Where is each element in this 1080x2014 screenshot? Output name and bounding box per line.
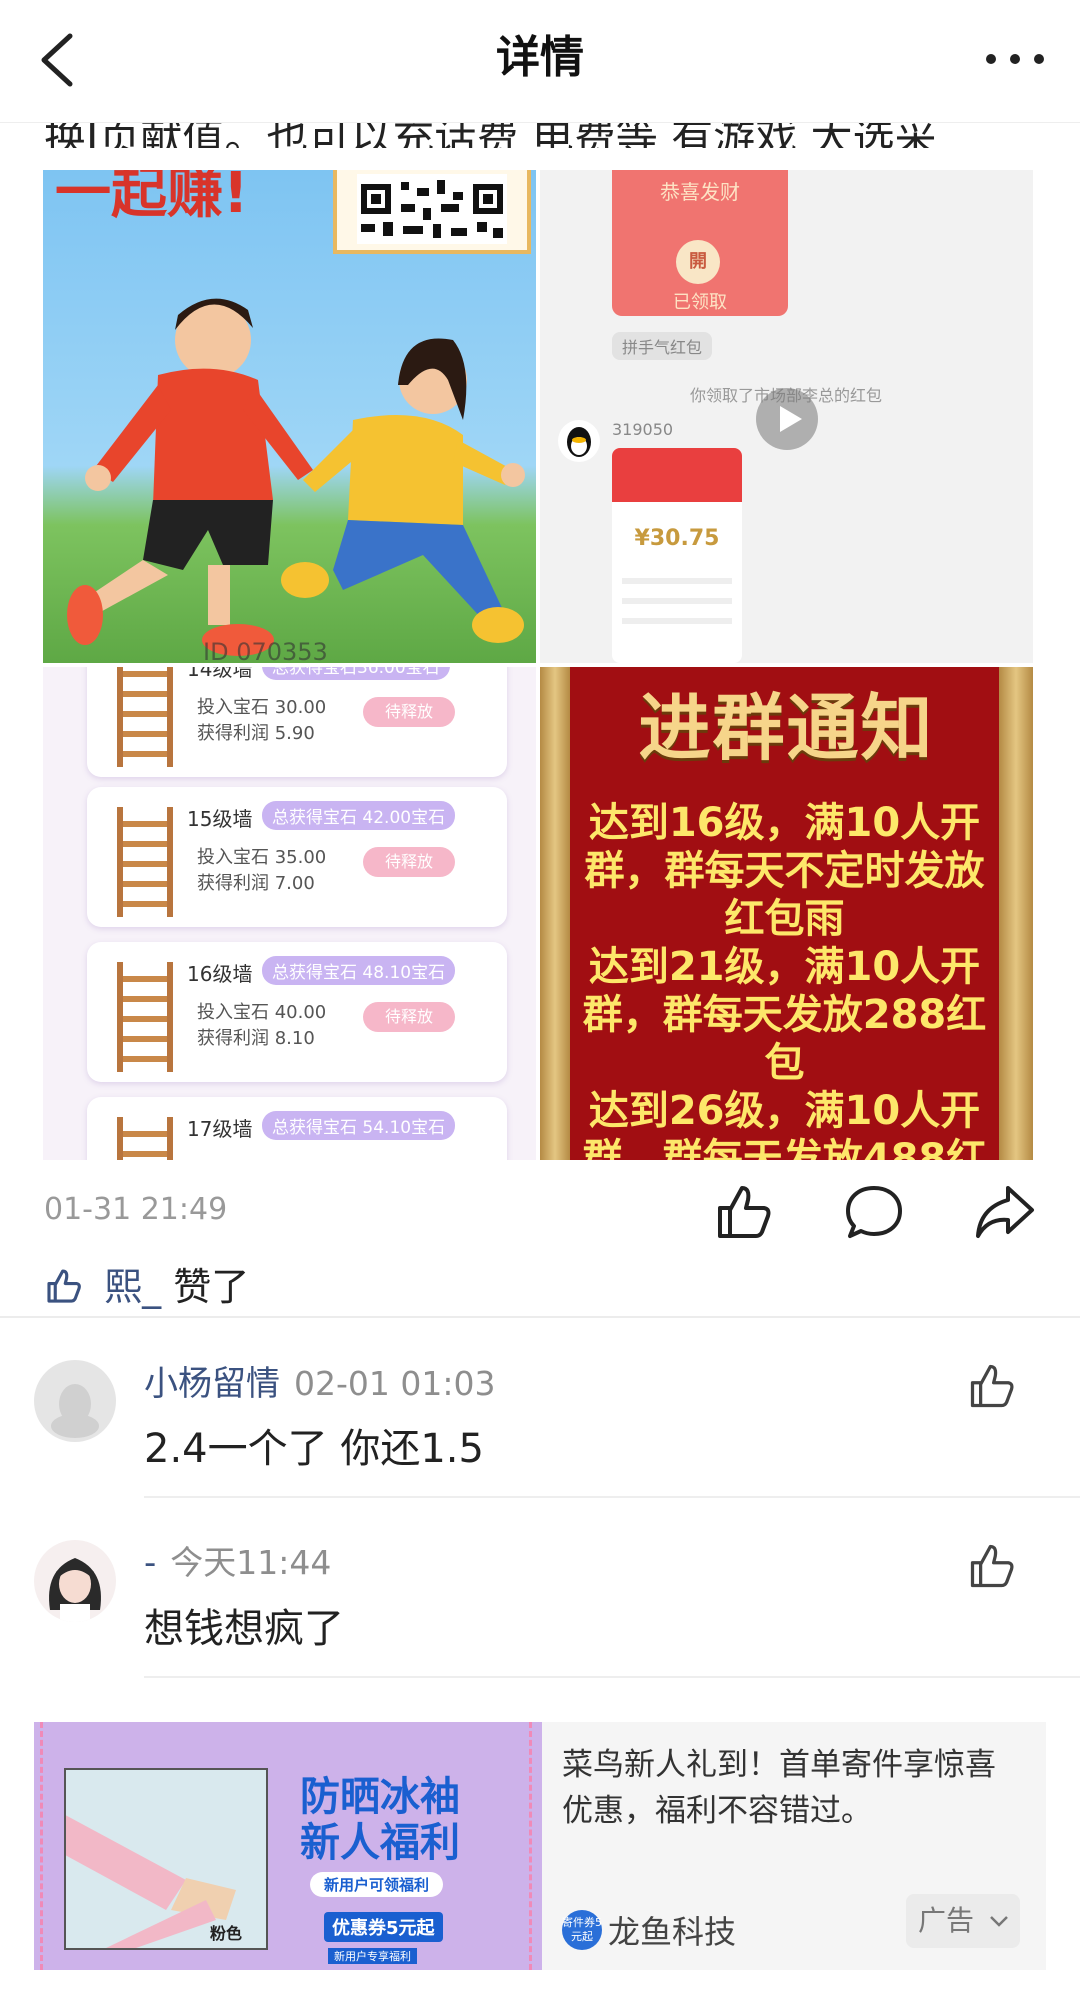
level-invest: 投入宝石 35.00 [197,847,327,868]
thumb-up-icon [47,1269,81,1303]
image-id-text: ID 070353 [203,638,328,663]
ladder-icon [117,807,173,917]
comment-icon[interactable] [842,1180,906,1244]
packet-detail: ¥30.75 [612,448,742,663]
ad-badge[interactable]: 广告 [906,1894,1020,1948]
level-profit: 获得利润 8.10 [197,1028,315,1049]
notice-line: 红包雨 [724,896,845,942]
likes-row: 熙_ 赞了 [44,1262,249,1312]
share-icon[interactable] [972,1180,1036,1244]
level-name: 16级墙 [187,962,253,986]
brand-name: 龙鱼科技 [608,1913,737,1951]
ad-coupon: 优惠券5元起 [324,1912,443,1942]
level-name: 15级墙 [187,807,253,831]
post-image-1[interactable]: 一起赚! ID 070353 [43,170,536,663]
ad-pill: 新用户可领福利 [310,1872,444,1897]
post-meta: 01-31 21:49 [0,1180,1080,1240]
top-bar: 详情 [0,0,1080,123]
image-grid: 一起赚! ID 070353 恭喜发财 開 已领取 拼手气红包 319050 ¥… [43,170,1037,1164]
notice-line: 包 [764,1040,805,1086]
divider [144,1496,1080,1498]
level-status: 待释放 [363,847,455,877]
liker-name[interactable]: 熙_ [104,1265,161,1309]
comment-time: 02-01 01:03 [294,1364,496,1403]
runners-illustration [67,298,525,656]
divider [144,1676,1080,1678]
more-icon[interactable] [980,44,1050,74]
level-name: 17级墙 [187,1117,253,1141]
comment-text: 想钱想疯了 [144,1606,344,1652]
ad-title-2: 新人福利 [300,1820,460,1866]
ad-badge-label: 广告 [918,1904,975,1937]
level-name: 14级墙 [187,667,253,681]
post-image-3[interactable]: 14级墙 总获得宝石36.00宝石 投入宝石 30.00 获得利润 5.90 待释放 15… [43,667,536,1160]
ladder-icon [117,1117,173,1160]
ladder-icon [117,667,173,767]
notice-line: 群，群每天发放288红 [582,992,987,1038]
brand-logo-icon: 寄件券5元起 [562,1910,602,1950]
ad-description: 菜鸟新人礼到！首单寄件享惊喜优惠，福利不容错过。 [562,1747,996,1829]
level-status: 待释放 [363,1002,455,1032]
post-time: 01-31 21:49 [44,1192,228,1227]
level-card: 17级墙 总获得宝石 54.10宝石 [87,1097,507,1160]
level-status: 待释放 [363,697,455,727]
red-envelope: 恭喜发财 開 已领取 [612,170,788,316]
product-photo: 粉色 [56,1768,268,1950]
ad-image[interactable]: 粉色 防晒冰袖 新人福利 新用户可领福利 优惠券5元起 新用户专享福利 [34,1722,542,1970]
notice-title: 进群通知 [638,686,935,770]
notice-line: 达到16级，满10人开 [588,800,981,846]
notice-line: 群，群每天发放488红 [582,1136,987,1160]
comment-author[interactable]: - [144,1543,156,1583]
notice-body: 达到16级，满10人开 群，群每天不定时发放 红包雨 达到21级，满10人开 群，群每天… [570,799,999,1160]
level-profit: 获得利润 5.90 [197,723,315,744]
likes-suffix: 赞了 [161,1265,250,1309]
level-invest: 投入宝石 30.00 [197,697,327,718]
qq-user-id: 319050 [612,420,674,439]
comment-like-icon[interactable] [966,1540,1018,1592]
comment-author[interactable]: 小杨留情 [144,1364,280,1404]
comment-time: 今天11:44 [170,1543,332,1582]
level-invest: 投入宝石 40.00 [197,1002,327,1023]
post-image-4[interactable]: 进群通知 达到16级，满10人开 群，群每天不定时发放 红包雨 达到21级，满10人开… [540,667,1033,1160]
ad-brand: 寄件券5元起 龙鱼科技 [562,1908,736,1952]
level-card: 15级墙 总获得宝石 42.00宝石投入宝石 35.00 获得利润 7.00 待释放 [87,787,507,927]
notice-line: 达到21级，满10人开 [588,944,981,990]
packet-tag: 拼手气红包 [612,332,713,360]
post-image-2[interactable]: 恭喜发财 開 已领取 拼手气红包 你领取了市场部李总的红包 319050 ¥30… [540,170,1033,663]
like-icon[interactable] [712,1180,776,1244]
level-total: 总获得宝石 54.10宝石 [262,1111,456,1140]
chevron-down-icon [990,1916,1008,1927]
comment-text: 2.4一个了 你还1.5 [144,1426,484,1472]
avatar[interactable] [34,1540,116,1622]
level-card: 14级墙 总获得宝石36.00宝石投入宝石 30.00 获得利润 5.90 待释放 [87,667,507,777]
level-total: 总获得宝石 42.00宝石 [262,801,456,830]
level-total: 总获得宝石36.00宝石 [262,667,450,680]
avatar[interactable] [34,1360,116,1442]
page-title: 详情 [496,32,584,83]
play-icon[interactable] [756,388,818,450]
notice-line: 群，群每天不定时发放 [584,848,985,894]
level-profit: 获得利润 7.00 [197,873,315,894]
qq-avatar [558,420,600,462]
level-total: 总获得宝石 48.10宝石 [262,956,456,985]
divider [0,1316,1080,1318]
level-card: 16级墙 总获得宝石 48.10宝石投入宝石 40.00 获得利润 8.10 待释放 [87,942,507,1082]
ad-coupon-sub: 新用户专享福利 [328,1948,417,1964]
comment-like-icon[interactable] [966,1360,1018,1412]
ladder-icon [117,962,173,1072]
notice-line: 达到26级，满10人开 [588,1088,981,1134]
ad-card[interactable]: 粉色 防晒冰袖 新人福利 新用户可领福利 优惠券5元起 新用户专享福利 菜鸟新人… [34,1722,1046,1970]
